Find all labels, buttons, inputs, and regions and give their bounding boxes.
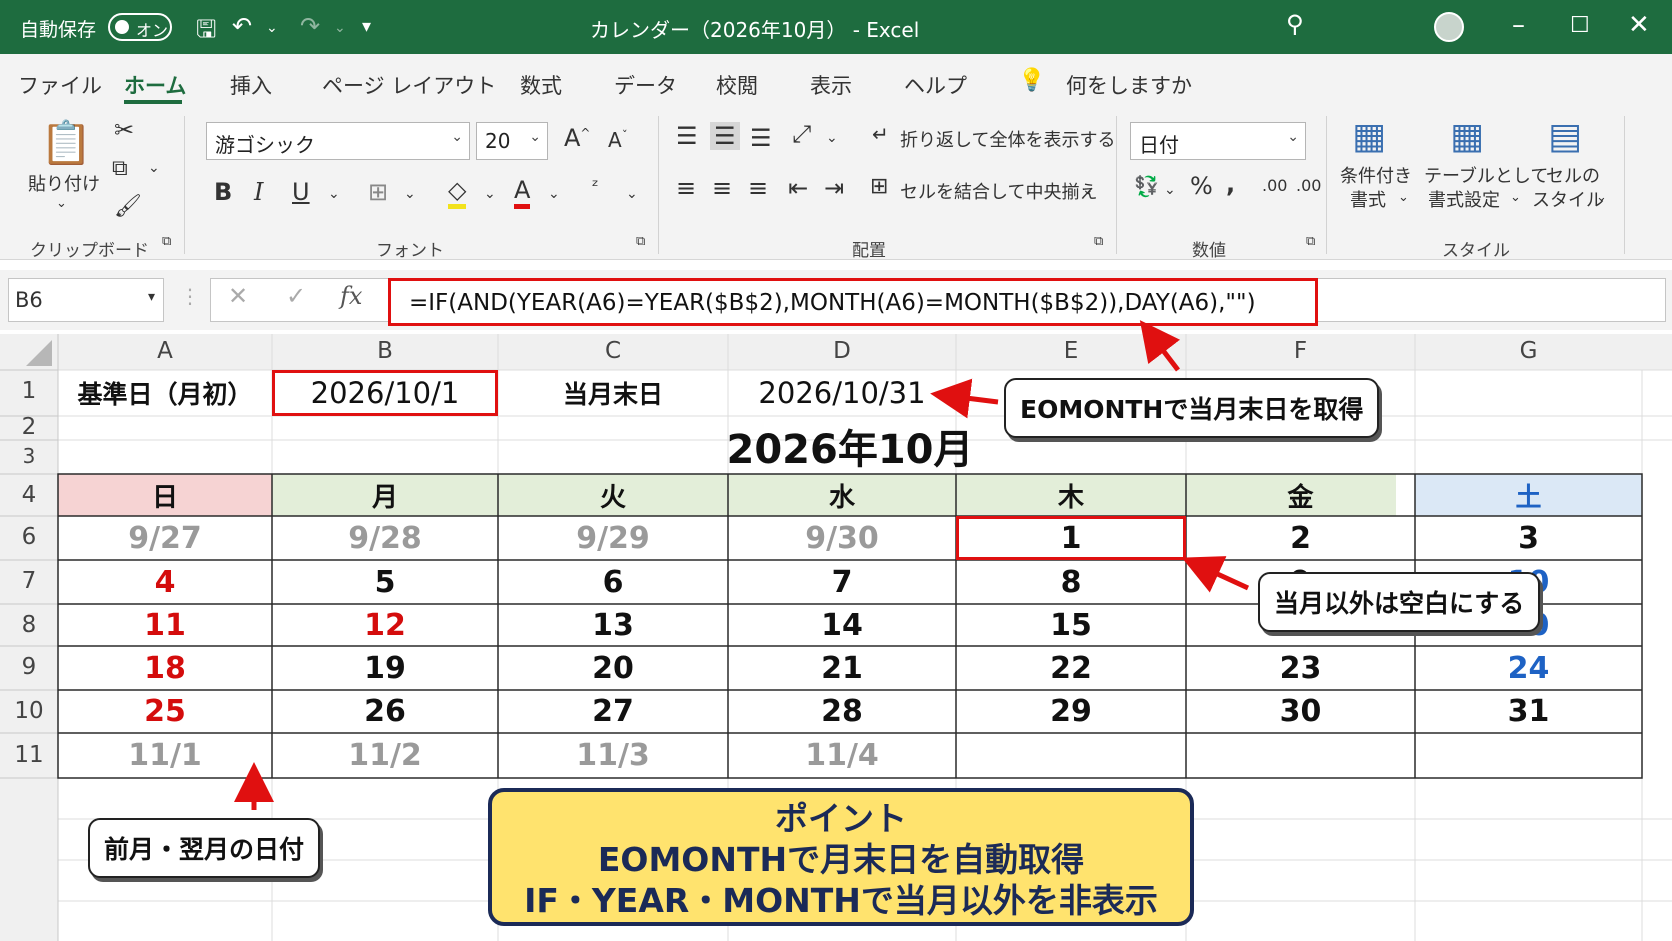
callout-eomonth: EOMONTHで当月末日を取得 xyxy=(1004,378,1380,438)
point-box: ポイント EOMONTHで月末日を自動取得 IF・YEAR・MONTHで当月以外… xyxy=(488,788,1194,926)
point-line-if: IF・YEAR・MONTHで当月以外を非表示 xyxy=(524,881,1158,920)
callout-blank: 当月以外は空白にする xyxy=(1258,572,1541,632)
point-line-eomonth: EOMONTHで月末日を自動取得 xyxy=(597,840,1085,879)
callout-adjacent-months: 前月・翌月の日付 xyxy=(88,818,321,878)
point-title: ポイント xyxy=(775,799,907,838)
